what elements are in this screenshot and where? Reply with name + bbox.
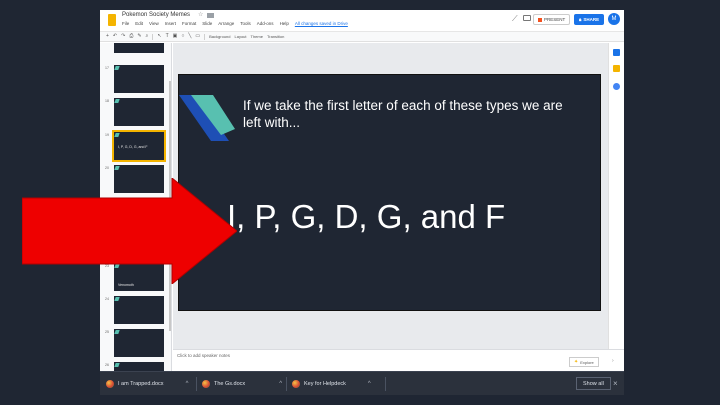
side-panel [608, 43, 624, 349]
filmstrip-slide[interactable]: 24 [100, 296, 171, 326]
download-item[interactable]: Key for Helpdeck ^ [292, 376, 371, 392]
select-icon[interactable]: ↖ [157, 34, 161, 39]
chevron-up-icon[interactable]: ^ [186, 381, 189, 387]
speaker-notes[interactable]: Click to add speaker notes ✦ Explore › [173, 349, 624, 371]
menu-view[interactable]: View [149, 21, 159, 26]
share-button[interactable]: 🔒︎ SHARE [574, 14, 605, 25]
thumb-logo [114, 99, 120, 103]
close-icon[interactable]: × [613, 379, 618, 388]
thumb-logo [114, 166, 120, 170]
slide-canvas[interactable]: If we take the first letter of each of t… [173, 43, 624, 349]
slide-thumbnail[interactable] [114, 296, 164, 324]
chrome-file-icon [292, 380, 300, 388]
download-divider [385, 377, 386, 391]
show-all-button[interactable]: Show all [576, 377, 611, 390]
shape-icon[interactable]: ○ [181, 34, 184, 39]
comment-add-icon[interactable]: ▭ [195, 34, 200, 39]
toolbar-divider [204, 33, 206, 40]
download-divider [196, 377, 197, 391]
calendar-icon[interactable] [613, 49, 620, 56]
thumb-logo [114, 66, 120, 70]
chevron-right-icon[interactable]: › [612, 358, 614, 364]
undo-icon[interactable]: ↶ [113, 34, 117, 39]
filmstrip-slide[interactable]: 26 [100, 362, 171, 371]
slides-logo-icon[interactable] [108, 14, 116, 26]
present-icon [538, 17, 542, 22]
activity-icon[interactable]: ⟋ [512, 14, 518, 24]
thumb-logo [114, 330, 120, 334]
zoom-icon[interactable]: ⌕ [146, 34, 149, 39]
folder-icon[interactable] [207, 13, 214, 18]
menu-format[interactable]: Format [182, 21, 196, 26]
speaker-notes-placeholder[interactable]: Click to add speaker notes [177, 353, 230, 358]
redo-icon[interactable]: ↷ [121, 34, 125, 39]
slide-thumbnail[interactable] [114, 362, 164, 371]
document-title[interactable]: Pokemon Society Memes [122, 12, 190, 18]
filmstrip-slide[interactable]: 18 [100, 98, 171, 128]
lock-icon: 🔒︎ [579, 17, 582, 22]
menu-addons[interactable]: Add-ons [257, 21, 274, 26]
add-slide-icon[interactable]: + [106, 34, 109, 39]
transition-button[interactable]: Transition [267, 34, 284, 39]
textbox-icon[interactable]: T [166, 34, 169, 39]
avatar[interactable]: M [608, 13, 620, 25]
current-slide[interactable]: If we take the first letter of each of t… [178, 74, 601, 311]
menu-bar: File Edit View Insert Format Slide Arran… [122, 21, 348, 26]
slide-logo-icon [179, 95, 235, 141]
slide-thumbnail[interactable] [114, 65, 164, 93]
star-icon[interactable]: ☆ [198, 11, 203, 18]
red-arrow-annotation [22, 178, 237, 284]
comment-icon[interactable] [523, 15, 531, 21]
tasks-icon[interactable] [613, 83, 620, 90]
present-button[interactable]: PRESENT [533, 14, 571, 25]
toolbar-divider [152, 33, 154, 40]
menu-help[interactable]: Help [280, 21, 289, 26]
menu-tools[interactable]: Tools [240, 21, 251, 26]
print-icon[interactable]: ⎙ [129, 34, 133, 39]
image-icon[interactable]: ▣ [173, 34, 178, 39]
thumb-logo [114, 363, 120, 367]
slide-body-text[interactable]: I, P, G, D, G, and F [227, 198, 505, 236]
chevron-up-icon[interactable]: ^ [368, 381, 371, 387]
filmstrip-slide[interactable]: 25 [100, 329, 171, 359]
thumb-logo [114, 297, 120, 301]
toolbar: + ↶ ↷ ⎙ ✎ ⌕ ↖ T ▣ ○ ╲ ▭ Background Layou… [100, 31, 624, 42]
explore-button[interactable]: ✦ Explore [569, 357, 599, 367]
thumb-logo [114, 133, 120, 137]
paint-format-icon[interactable]: ✎ [137, 34, 141, 39]
slide-thumbnail[interactable] [114, 329, 164, 357]
explore-icon: ✦ [574, 359, 579, 365]
menu-edit[interactable]: Edit [135, 21, 143, 26]
slide-thumbnail[interactable] [114, 43, 164, 53]
download-divider [286, 377, 287, 391]
download-bar: I am Trapped.docx ^ The Gs.docx ^ Key fo… [100, 371, 624, 395]
filmstrip-slide[interactable]: 17 [100, 65, 171, 95]
slide-thumbnail[interactable]: I, P, G, D, G, and F [112, 130, 166, 162]
menu-slide[interactable]: Slide [202, 21, 212, 26]
background-button[interactable]: Background [209, 34, 230, 39]
download-item[interactable]: I am Trapped.docx ^ [106, 376, 188, 392]
slide-thumbnail[interactable] [114, 98, 164, 126]
chrome-file-icon [106, 380, 114, 388]
download-item[interactable]: The Gs.docx ^ [202, 376, 282, 392]
keep-icon[interactable] [613, 65, 620, 72]
title-bar: Pokemon Society Memes ☆ File Edit View I… [100, 10, 624, 30]
chevron-up-icon[interactable]: ^ [279, 381, 282, 387]
menu-insert[interactable]: Insert [165, 21, 176, 26]
slide-heading[interactable]: If we take the first letter of each of t… [243, 97, 563, 131]
line-icon[interactable]: ╲ [188, 34, 191, 39]
filmstrip-slide[interactable] [100, 43, 171, 55]
filmstrip-slide-selected[interactable]: 19 I, P, G, D, G, and F [100, 130, 171, 162]
menu-arrange[interactable]: Arrange [218, 21, 234, 26]
layout-button[interactable]: Layout [235, 34, 247, 39]
menu-file[interactable]: File [122, 21, 129, 26]
chrome-file-icon [202, 380, 210, 388]
theme-button[interactable]: Theme [251, 34, 263, 39]
save-status[interactable]: All changes saved in Drive [295, 21, 348, 26]
